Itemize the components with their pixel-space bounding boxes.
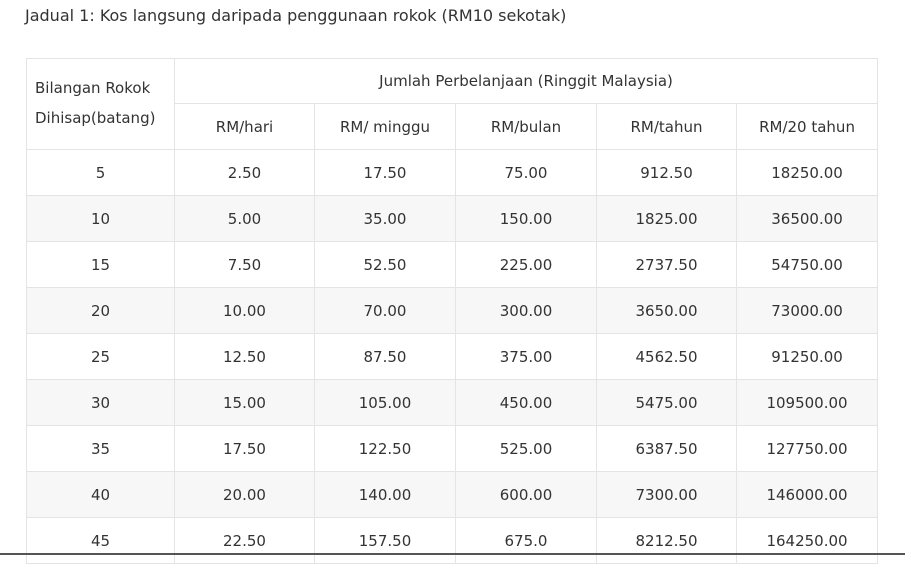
cigarette-count-cell: 5 — [26, 149, 175, 196]
cost-cell: 20.00 — [174, 471, 315, 518]
header-row-group: Bilangan Rokok Dihisap(batang) Jumlah Pe… — [26, 58, 879, 150]
cost-cell: 1825.00 — [596, 195, 737, 242]
table-row: 30 15.00 105.00 450.00 5475.00 109500.00 — [26, 379, 879, 426]
cost-cell: 5.00 — [174, 195, 315, 242]
cost-cell: 7300.00 — [596, 471, 737, 518]
column-header-rm-minggu: RM/ minggu — [314, 103, 456, 150]
cost-cell: 54750.00 — [735, 241, 879, 288]
cigarette-count-cell: 15 — [26, 241, 175, 288]
group-header-cell: Jumlah Perbelanjaan (Ringgit Malaysia) — [173, 58, 879, 104]
cost-cell: 75.00 — [455, 149, 597, 196]
cost-cell: 7.50 — [174, 241, 315, 288]
cost-cell: 15.00 — [174, 379, 315, 426]
table-caption: Jadual 1: Kos langsung daripada pengguna… — [25, 6, 567, 25]
table-body: 5 2.50 17.50 75.00 912.50 18250.00 10 5.00 35.00… — [26, 149, 879, 564]
column-header-rm-tahun: RM/tahun — [596, 103, 737, 150]
cost-cell: 127750.00 — [735, 425, 879, 472]
cigarette-count-cell: 35 — [26, 425, 175, 472]
cost-cell: 2737.50 — [596, 241, 737, 288]
cost-cell: 450.00 — [455, 379, 597, 426]
cost-cell: 2.50 — [174, 149, 315, 196]
row-header-cell: Bilangan Rokok Dihisap(batang) — [26, 58, 175, 150]
table-row: 35 17.50 122.50 525.00 6387.50 127750.00 — [26, 425, 879, 472]
table-row: 15 7.50 52.50 225.00 2737.50 54750.00 — [26, 241, 879, 288]
cost-cell: 157.50 — [314, 517, 456, 564]
cost-cell: 300.00 — [455, 287, 597, 334]
cost-table: Bilangan Rokok Dihisap(batang) Jumlah Pe… — [26, 58, 879, 564]
column-header-rm-20-tahun: RM/20 tahun — [735, 103, 879, 150]
cost-cell: 675.0 — [455, 517, 597, 564]
cost-cell: 5475.00 — [596, 379, 737, 426]
cost-table-container: Bilangan Rokok Dihisap(batang) Jumlah Pe… — [26, 58, 879, 564]
cost-cell: 146000.00 — [735, 471, 879, 518]
cost-cell: 225.00 — [455, 241, 597, 288]
cigarette-count-cell: 20 — [26, 287, 175, 334]
cost-cell: 73000.00 — [735, 287, 879, 334]
cost-cell: 91250.00 — [735, 333, 879, 380]
cost-cell: 52.50 — [314, 241, 456, 288]
cost-cell: 87.50 — [314, 333, 456, 380]
cost-cell: 164250.00 — [735, 517, 879, 564]
cost-cell: 12.50 — [174, 333, 315, 380]
cigarette-count-cell: 45 — [26, 517, 175, 564]
cost-cell: 150.00 — [455, 195, 597, 242]
cigarette-count-cell: 30 — [26, 379, 175, 426]
cost-cell: 3650.00 — [596, 287, 737, 334]
row-header-line2: Dihisap(batang) — [35, 109, 156, 127]
cost-cell: 105.00 — [314, 379, 456, 426]
cost-cell: 35.00 — [314, 195, 456, 242]
cost-cell: 17.50 — [174, 425, 315, 472]
cost-cell: 912.50 — [596, 149, 737, 196]
column-header-rm-bulan: RM/bulan — [455, 103, 597, 150]
cost-cell: 17.50 — [314, 149, 456, 196]
cost-cell: 70.00 — [314, 287, 456, 334]
table-row: 20 10.00 70.00 300.00 3650.00 73000.00 — [26, 287, 879, 334]
cost-cell: 22.50 — [174, 517, 315, 564]
cost-cell: 525.00 — [455, 425, 597, 472]
cost-cell: 6387.50 — [596, 425, 737, 472]
row-header-line1: Bilangan Rokok — [35, 79, 151, 97]
table-row: 45 22.50 157.50 675.0 8212.50 164250.00 — [26, 517, 879, 564]
cost-cell: 8212.50 — [596, 517, 737, 564]
cost-cell: 122.50 — [314, 425, 456, 472]
cost-cell: 375.00 — [455, 333, 597, 380]
cigarette-count-cell: 40 — [26, 471, 175, 518]
cost-cell: 109500.00 — [735, 379, 879, 426]
cost-cell: 600.00 — [455, 471, 597, 518]
cigarette-count-cell: 25 — [26, 333, 175, 380]
cost-cell: 18250.00 — [735, 149, 879, 196]
table-row: 5 2.50 17.50 75.00 912.50 18250.00 — [26, 149, 879, 196]
cigarette-count-cell: 10 — [26, 195, 175, 242]
table-row: 40 20.00 140.00 600.00 7300.00 146000.00 — [26, 471, 879, 518]
cost-cell: 10.00 — [174, 287, 315, 334]
table-row: 25 12.50 87.50 375.00 4562.50 91250.00 — [26, 333, 879, 380]
cost-cell: 4562.50 — [596, 333, 737, 380]
cost-cell: 36500.00 — [735, 195, 879, 242]
column-header-rm-hari: RM/hari — [174, 103, 315, 150]
table-header: Bilangan Rokok Dihisap(batang) Jumlah Pe… — [26, 58, 879, 150]
cost-cell: 140.00 — [314, 471, 456, 518]
table-row: 10 5.00 35.00 150.00 1825.00 36500.00 — [26, 195, 879, 242]
